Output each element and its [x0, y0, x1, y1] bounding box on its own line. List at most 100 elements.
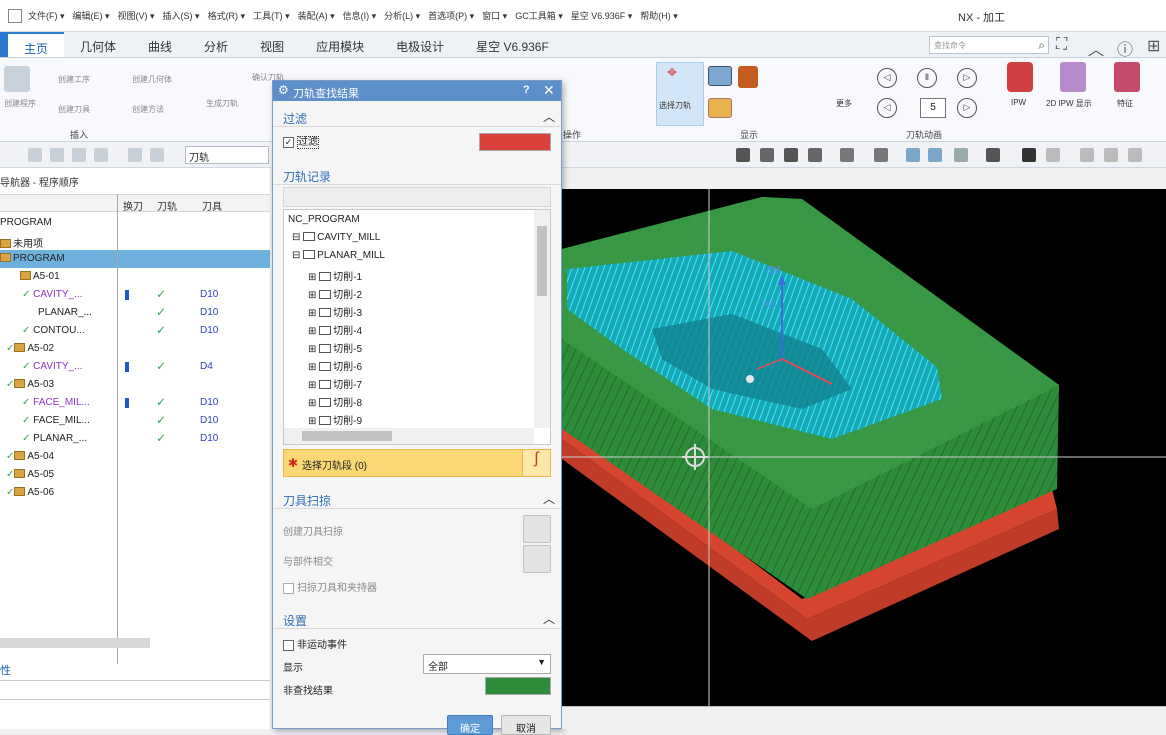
command-search-input[interactable]: 查找命令 ⌕	[929, 36, 1049, 54]
chevron-down-icon[interactable]: ▼	[537, 657, 546, 667]
tree-node-cavity-mill[interactable]: ⊟ CAVITY_MILL	[292, 232, 380, 243]
menu-file[interactable]: 文件(F) ▾	[28, 9, 65, 22]
gear-icon[interactable]: ⚙	[278, 83, 289, 97]
tab-xingkong[interactable]: 星空 V6.936F	[460, 32, 565, 57]
view-icon-1[interactable]	[736, 148, 750, 162]
filter-icon-4[interactable]	[94, 148, 108, 162]
nav-row-cavity-mill-2[interactable]: ✓ CAVITY_... ✓ D4	[0, 358, 270, 376]
tab-geometry[interactable]: 几何体	[64, 32, 132, 57]
filter-icon-1[interactable]	[28, 148, 42, 162]
menu-edit[interactable]: 编辑(E) ▾	[73, 9, 110, 22]
record-filter-bar[interactable]	[283, 187, 551, 207]
search-icon[interactable]: ⌕	[1038, 38, 1045, 53]
menu-xingkong[interactable]: 星空 V6.936F ▾	[571, 9, 633, 22]
not-found-color-swatch[interactable]	[485, 677, 551, 695]
non-motion-row[interactable]: 非运动事件	[283, 636, 347, 651]
nav-row-planar-mill-1[interactable]: PLANAR_... ✓ D10	[0, 304, 270, 322]
tree-node-cut-4[interactable]: ⊞ 切削-4	[308, 322, 362, 337]
tab-electrode[interactable]: 电极设计	[380, 32, 460, 57]
nav-row-a5-02[interactable]: ✓ A5-02	[0, 340, 270, 358]
tab-application[interactable]: 应用模块	[300, 32, 380, 57]
sweep-section-header[interactable]: 刀具扫掠 ︿	[273, 487, 561, 509]
chevron-up-icon[interactable]: ︿	[543, 490, 555, 507]
nav-row-contour[interactable]: ✓ CONTOU... ✓ D10	[0, 322, 270, 340]
view-icon-2[interactable]	[760, 148, 774, 162]
filter-checkbox[interactable]: ✓	[283, 136, 294, 148]
ipw-button[interactable]: IPW	[1011, 98, 1026, 107]
filter-icon-6[interactable]	[150, 148, 164, 162]
record-section-header[interactable]: 刀轨记录	[273, 163, 561, 185]
tree-node-nc-program[interactable]: NC_PROGRAM	[288, 214, 360, 225]
feature-button[interactable]: 特征	[1117, 98, 1133, 109]
tab-home[interactable]: 主页	[8, 32, 65, 57]
selection-filter-field[interactable]: 刀轨	[185, 146, 269, 164]
nav-row-program-selected[interactable]: PROGRAM	[0, 250, 270, 268]
tree-node-planar-mill[interactable]: ⊟ PLANAR_MILL	[292, 250, 385, 261]
menu-gc-toolbox[interactable]: GC工具箱 ▾	[515, 9, 563, 22]
tree-node-cut-3[interactable]: ⊞ 切削-3	[308, 304, 362, 319]
tab-analysis[interactable]: 分析	[188, 32, 244, 57]
scroll-thumb[interactable]	[537, 226, 547, 296]
view-icon-3[interactable]	[784, 148, 798, 162]
ipw-2d-display-button[interactable]: 2D IPW 显示	[1046, 98, 1092, 109]
display-select[interactable]: 全部 ▼	[423, 654, 551, 674]
tree-node-cut-5[interactable]: ⊞ 切削-5	[308, 340, 362, 355]
pen-icon[interactable]	[1104, 148, 1118, 162]
menu-tools[interactable]: 工具(T) ▾	[253, 9, 290, 22]
create-sweep-button[interactable]	[523, 515, 551, 543]
filter-icon-2[interactable]	[50, 148, 64, 162]
nav-row-program-root[interactable]: PROGRAM	[0, 214, 270, 232]
create-tool-button[interactable]: 创建刀具	[58, 104, 90, 115]
step-back-icon[interactable]: ◁	[877, 98, 897, 118]
view-icon-4[interactable]	[808, 148, 822, 162]
section-icon[interactable]	[906, 148, 920, 162]
sweep-holder-checkbox[interactable]	[283, 582, 294, 594]
menu-assembly[interactable]: 装配(A) ▾	[298, 9, 335, 22]
ipw-2d-icon[interactable]	[1060, 62, 1086, 92]
help-icon[interactable]: ⓘ	[1117, 36, 1133, 60]
tree-node-cut-9[interactable]: ⊞ 切削-9	[308, 412, 362, 427]
filter-icon-3[interactable]	[72, 148, 86, 162]
animation-speed-field[interactable]: 5	[920, 98, 946, 118]
nav-row-a5-06[interactable]: ✓ A5-06	[0, 484, 270, 502]
nav-row-face-mill-2[interactable]: ✓ FACE_MIL... ✓ D10	[0, 412, 270, 430]
edge-icon[interactable]	[1046, 148, 1060, 162]
create-program-button[interactable]: 创建程序	[4, 98, 36, 109]
graphics-viewport[interactable]: ZM XC	[562, 189, 1166, 706]
intersect-part-button[interactable]	[523, 545, 551, 573]
select-toolpath-button[interactable]: 选择刀轨	[659, 100, 691, 111]
menu-analysis[interactable]: 分析(L) ▾	[384, 9, 420, 22]
display-toolpath-icon[interactable]	[708, 98, 732, 118]
color-display-icon[interactable]	[1022, 148, 1036, 162]
nav-row-a5-05[interactable]: ✓ A5-05	[0, 466, 270, 484]
nav-row-a5-04[interactable]: ✓ A5-04	[0, 448, 270, 466]
sweep-holder-row[interactable]: 扫掠刀具和夹持器	[283, 579, 377, 594]
header-tool-change[interactable]: 换刀	[123, 198, 143, 213]
collapse-ribbon-icon[interactable]: ︿	[1088, 36, 1104, 60]
display-icon[interactable]	[708, 66, 732, 86]
nav-row-unused[interactable]: 未用项	[0, 232, 270, 250]
toolpath-tree[interactable]: NC_PROGRAM ⊟ CAVITY_MILL ⊟ PLANAR_MILL ⊞…	[283, 209, 551, 445]
header-toolpath[interactable]: 刀轨	[157, 198, 177, 213]
non-motion-checkbox[interactable]	[283, 639, 294, 651]
menu-preferences[interactable]: 首选项(P) ▾	[428, 9, 474, 22]
tree-horizontal-scrollbar[interactable]	[284, 428, 534, 444]
tree-node-cut-2[interactable]: ⊞ 切削-2	[308, 286, 362, 301]
generate-toolpath-button[interactable]: 生成刀轨	[206, 98, 238, 109]
tab-view[interactable]: 视图	[244, 32, 300, 57]
nav-row-planar-mill-2[interactable]: ✓ PLANAR_... ✓ D10	[0, 430, 270, 448]
header-tool[interactable]: 刀具	[202, 198, 222, 213]
cancel-button[interactable]: 取消	[501, 715, 551, 735]
menu-window[interactable]: 窗口 ▾	[482, 9, 507, 22]
column-divider[interactable]	[117, 194, 118, 664]
ipw-icon[interactable]	[1007, 62, 1033, 92]
filter-checkbox-row[interactable]: ✓ 过滤	[283, 133, 319, 149]
select-toolpath-segment-row[interactable]: ✱ 选择刀轨段 (0) ∫	[283, 449, 551, 477]
create-method-button[interactable]: 创建方法	[132, 104, 164, 115]
filter-color-swatch[interactable]	[479, 133, 551, 151]
create-operation-button[interactable]: 创建工序	[58, 74, 90, 85]
feature-icon[interactable]	[1114, 62, 1140, 92]
chevron-up-icon[interactable]: ︿	[543, 610, 555, 627]
tree-node-cut-1[interactable]: ⊞ 切削-1	[308, 268, 362, 283]
nav-row-cavity-mill-1[interactable]: ✓ CAVITY_... ✓ D10	[0, 286, 270, 304]
